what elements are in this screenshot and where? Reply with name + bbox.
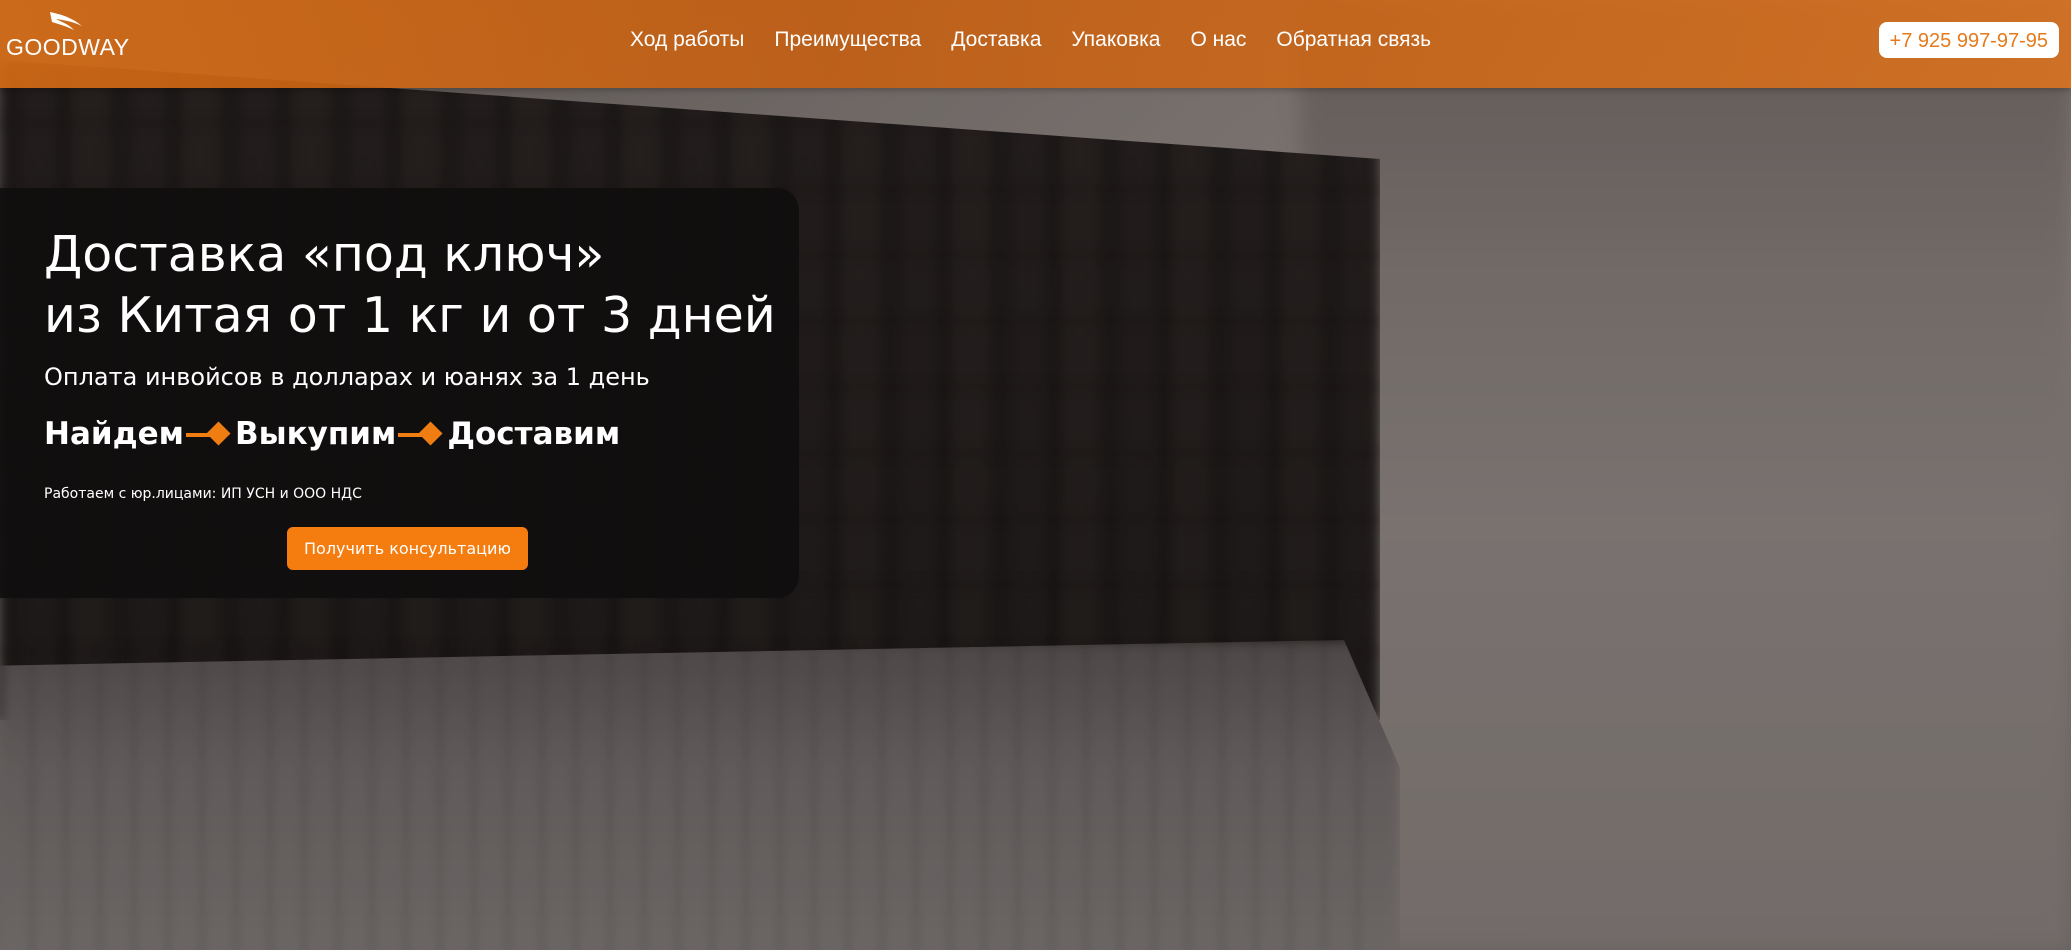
- main-nav: Ход работы Преимущества Доставка Упаковк…: [630, 28, 1461, 52]
- hero-title-line-2: из Китая от 1 кг и от 3 дней: [44, 287, 776, 344]
- steps-row: Найдем Выкупим Доставим: [44, 416, 620, 452]
- arrow-diamond-icon: [185, 419, 234, 449]
- legal-entities-note: Работаем с юр.лицами: ИП УСН и ООО НДС: [44, 486, 362, 502]
- hero-card: Доставка «под ключ» из Китая от 1 кг и о…: [0, 188, 799, 598]
- get-consultation-button[interactable]: Получить консультацию: [287, 527, 528, 570]
- step-buy: Выкупим: [234, 416, 397, 452]
- hero-subtitle: Оплата инвойсов в долларах и юанях за 1 …: [44, 363, 650, 391]
- nav-item-packaging[interactable]: Упаковка: [1071, 28, 1160, 52]
- site-header: GOODWAY Ход работы Преимущества Доставка…: [0, 0, 2071, 88]
- nav-item-advantages[interactable]: Преимущества: [774, 28, 921, 52]
- hero-title: Доставка «под ключ» из Китая от 1 кг и о…: [44, 224, 776, 346]
- phone-button[interactable]: +7 925 997-97-95: [1878, 22, 2059, 58]
- nav-item-delivery[interactable]: Доставка: [951, 28, 1041, 52]
- page: GOODWAY Ход работы Преимущества Доставка…: [0, 0, 2071, 950]
- nav-item-workflow[interactable]: Ход работы: [630, 28, 744, 52]
- logo[interactable]: GOODWAY: [6, 10, 129, 60]
- hero-title-line-1: Доставка «под ключ»: [44, 226, 605, 283]
- wing-logo-icon: [50, 12, 82, 30]
- nav-item-about[interactable]: О нас: [1190, 28, 1246, 52]
- nav-item-feedback[interactable]: Обратная связь: [1276, 28, 1431, 52]
- logo-text: GOODWAY: [6, 34, 130, 60]
- step-deliver: Доставим: [447, 416, 621, 452]
- step-find: Найдем: [44, 416, 184, 452]
- arrow-diamond-icon: [398, 419, 446, 449]
